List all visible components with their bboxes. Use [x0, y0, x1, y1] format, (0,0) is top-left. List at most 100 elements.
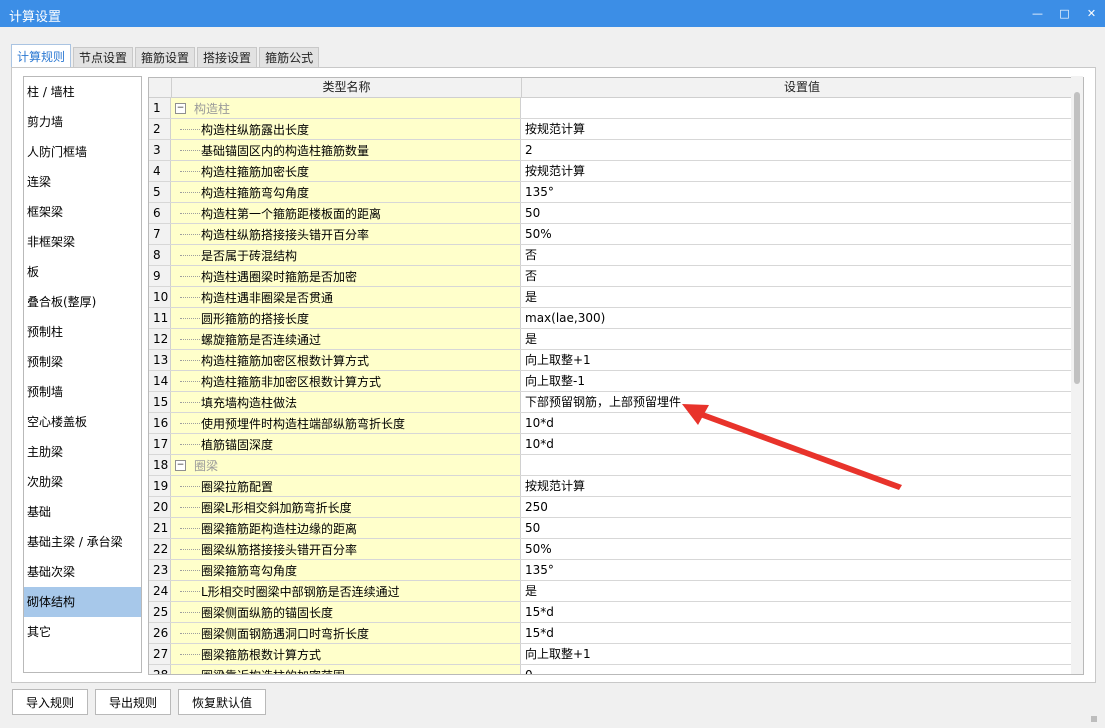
setting-value-cell[interactable]: 15*d: [521, 623, 1083, 643]
tab-lap-settings[interactable]: 搭接设置: [197, 47, 258, 67]
tree-connector: [171, 308, 201, 328]
setting-value-cell[interactable]: 向上取整+1: [521, 350, 1083, 370]
vertical-scrollbar[interactable]: [1071, 76, 1083, 674]
sidebar-item[interactable]: 连梁: [24, 167, 141, 197]
setting-value-cell[interactable]: 下部预留钢筋，上部预留埋件: [521, 392, 1083, 412]
group-row[interactable]: 18− 圈梁: [149, 455, 1083, 476]
sidebar-item[interactable]: 基础: [24, 497, 141, 527]
sidebar-item[interactable]: 主肋梁: [24, 437, 141, 467]
sidebar-item[interactable]: 空心楼盖板: [24, 407, 141, 437]
setting-value-cell[interactable]: 50: [521, 203, 1083, 223]
setting-value-cell[interactable]: 250: [521, 497, 1083, 517]
type-name-header[interactable]: 类型名称: [172, 78, 522, 97]
restore-defaults-button[interactable]: 恢复默认值: [178, 689, 267, 715]
tab-stirrup-formula[interactable]: 箍筋公式: [259, 47, 320, 67]
table-row[interactable]: 5 构造柱箍筋弯勾角度 135°: [149, 182, 1083, 203]
table-row[interactable]: 7 构造柱纵筋搭接接头错开百分率 50%: [149, 224, 1083, 245]
table-row[interactable]: 25 圈梁侧面纵筋的锚固长度 15*d: [149, 602, 1083, 623]
setting-value-cell[interactable]: 50: [521, 518, 1083, 538]
setting-value-cell[interactable]: 按规范计算: [521, 119, 1083, 139]
table-row[interactable]: 14 构造柱箍筋非加密区根数计算方式 向上取整-1: [149, 371, 1083, 392]
scrollbar-thumb[interactable]: [1074, 92, 1080, 384]
sidebar-item[interactable]: 预制梁: [24, 347, 141, 377]
setting-value-cell[interactable]: 50%: [521, 224, 1083, 244]
table-row[interactable]: 19 圈梁拉筋配置 按规范计算: [149, 476, 1083, 497]
sidebar-item[interactable]: 基础次梁: [24, 557, 141, 587]
sidebar-item[interactable]: 剪力墙: [24, 107, 141, 137]
setting-value-cell[interactable]: 向上取整-1: [521, 371, 1083, 391]
table-row[interactable]: 28 圈梁靠近构造柱的加密范围 0: [149, 665, 1083, 674]
setting-value-cell[interactable]: 135°: [521, 182, 1083, 202]
row-number: 24: [149, 581, 171, 601]
table-row[interactable]: 2 构造柱纵筋露出长度 按规范计算: [149, 119, 1083, 140]
type-name-label: 圈梁纵筋搭接接头错开百分率: [201, 542, 358, 557]
sidebar-item[interactable]: 人防门框墙: [24, 137, 141, 167]
setting-value-cell[interactable]: 否: [521, 245, 1083, 265]
setting-value-cell[interactable]: 按规范计算: [521, 161, 1083, 181]
setting-value-cell[interactable]: 否: [521, 266, 1083, 286]
sidebar-item[interactable]: 叠合板(整厚): [24, 287, 141, 317]
table-row[interactable]: 12 螺旋箍筋是否连续通过 是: [149, 329, 1083, 350]
table-row[interactable]: 3 基础锚固区内的构造柱箍筋数量 2: [149, 140, 1083, 161]
sidebar-item[interactable]: 其它: [24, 617, 141, 647]
table-row[interactable]: 17 植筋锚固深度 10*d: [149, 434, 1083, 455]
table-row[interactable]: 22 圈梁纵筋搭接接头错开百分率 50%: [149, 539, 1083, 560]
setting-value-cell[interactable]: 15*d: [521, 602, 1083, 622]
table-row[interactable]: 11 圆形箍筋的搭接长度 max(lae,300): [149, 308, 1083, 329]
table-row[interactable]: 24 L形相交时圈梁中部钢筋是否连续通过 是: [149, 581, 1083, 602]
tab-stirrup-settings[interactable]: 箍筋设置: [135, 47, 196, 67]
table-row[interactable]: 23 圈梁箍筋弯勾角度 135°: [149, 560, 1083, 581]
collapse-icon[interactable]: −: [175, 102, 186, 114]
import-rules-button[interactable]: 导入规则: [12, 689, 89, 715]
table-row[interactable]: 13 构造柱箍筋加密区根数计算方式 向上取整+1: [149, 350, 1083, 371]
setting-value-header[interactable]: 设置值: [522, 78, 1083, 97]
resize-grip-icon[interactable]: [1091, 716, 1097, 722]
table-row[interactable]: 16 使用预埋件时构造柱端部纵筋弯折长度 10*d: [149, 413, 1083, 434]
table-row[interactable]: 4 构造柱箍筋加密长度 按规范计算: [149, 161, 1083, 182]
row-number: 14: [149, 371, 171, 391]
table-row[interactable]: 8 是否属于砖混结构 否: [149, 245, 1083, 266]
table-row[interactable]: 21 圈梁箍筋距构造柱边缘的距离 50: [149, 518, 1083, 539]
setting-value-cell[interactable]: max(lae,300): [521, 308, 1083, 328]
close-button[interactable]: ✕: [1078, 0, 1105, 27]
setting-value-cell[interactable]: 10*d: [521, 413, 1083, 433]
setting-value-cell[interactable]: 是: [521, 287, 1083, 307]
type-name-cell: 圆形箍筋的搭接长度: [171, 308, 521, 328]
table-row[interactable]: 15 填充墙构造柱做法 下部预留钢筋，上部预留埋件: [149, 392, 1083, 413]
setting-value-cell[interactable]: 按规范计算: [521, 476, 1083, 496]
type-name-label: 构造柱纵筋搭接接头错开百分率: [201, 227, 370, 242]
collapse-icon[interactable]: −: [175, 459, 186, 471]
sidebar-item[interactable]: 预制墙: [24, 377, 141, 407]
sidebar-item[interactable]: 预制柱: [24, 317, 141, 347]
setting-value-cell[interactable]: 是: [521, 581, 1083, 601]
minimize-button[interactable]: —: [1024, 0, 1051, 27]
setting-value-cell[interactable]: [521, 98, 1083, 118]
sidebar-item[interactable]: 砌体结构: [24, 587, 141, 617]
tab-node-settings[interactable]: 节点设置: [73, 47, 134, 67]
maximize-button[interactable]: □: [1051, 0, 1078, 27]
table-row[interactable]: 26 圈梁侧面钢筋遇洞口时弯折长度 15*d: [149, 623, 1083, 644]
setting-value-cell[interactable]: 是: [521, 329, 1083, 349]
group-row[interactable]: 1− 构造柱: [149, 98, 1083, 119]
table-row[interactable]: 27 圈梁箍筋根数计算方式 向上取整+1: [149, 644, 1083, 665]
sidebar-item[interactable]: 次肋梁: [24, 467, 141, 497]
type-name-cell: 基础锚固区内的构造柱箍筋数量: [171, 140, 521, 160]
sidebar-item[interactable]: 框架梁: [24, 197, 141, 227]
sidebar-item[interactable]: 基础主梁 / 承台梁: [24, 527, 141, 557]
export-rules-button[interactable]: 导出规则: [95, 689, 172, 715]
setting-value-cell[interactable]: 50%: [521, 539, 1083, 559]
table-row[interactable]: 9 构造柱遇圈梁时箍筋是否加密 否: [149, 266, 1083, 287]
sidebar-item[interactable]: 非框架梁: [24, 227, 141, 257]
setting-value-cell[interactable]: 向上取整+1: [521, 644, 1083, 664]
setting-value-cell[interactable]: 10*d: [521, 434, 1083, 454]
table-row[interactable]: 6 构造柱第一个箍筋距楼板面的距离 50: [149, 203, 1083, 224]
sidebar-item[interactable]: 柱 / 墙柱: [24, 77, 141, 107]
tab-calc-rules[interactable]: 计算规则: [11, 44, 72, 67]
table-row[interactable]: 20 圈梁L形相交斜加筋弯折长度 250: [149, 497, 1083, 518]
setting-value-cell[interactable]: [521, 455, 1083, 475]
setting-value-cell[interactable]: 135°: [521, 560, 1083, 580]
sidebar-item[interactable]: 板: [24, 257, 141, 287]
setting-value-cell[interactable]: 2: [521, 140, 1083, 160]
table-row[interactable]: 10 构造柱遇非圈梁是否贯通 是: [149, 287, 1083, 308]
setting-value-cell[interactable]: 0: [521, 665, 1083, 674]
